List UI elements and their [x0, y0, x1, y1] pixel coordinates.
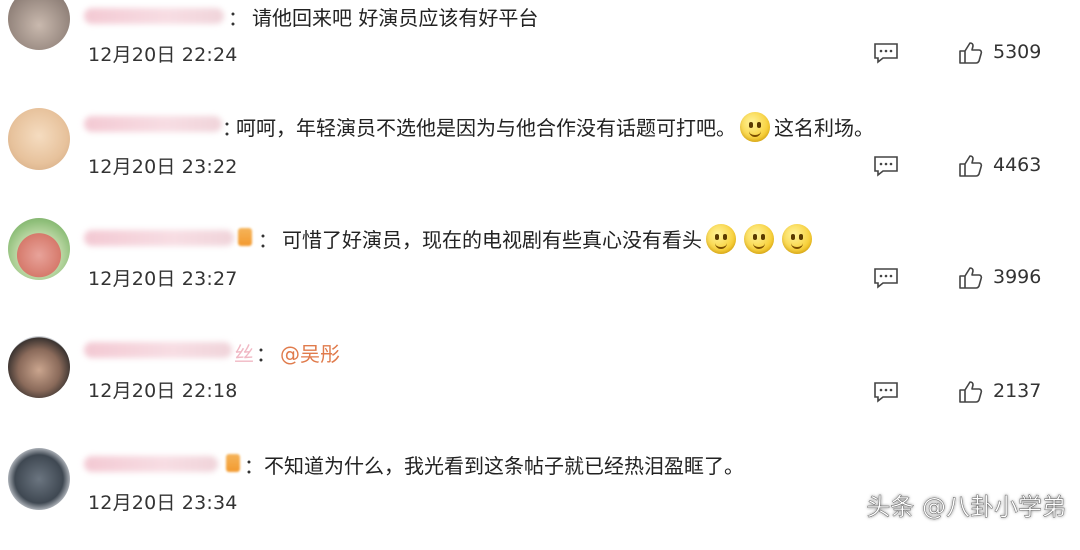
username-blurred[interactable] — [84, 456, 218, 472]
username-blurred[interactable] — [84, 342, 232, 358]
comment-time: 12月20日 23:22 — [88, 156, 238, 178]
comment-item: ： 呵呵，年轻演员不选他是因为与他合作没有话题可打吧。 这名利场。 12月20日 … — [0, 100, 1080, 212]
colon: ： — [228, 6, 248, 30]
comment-time: 12月20日 22:18 — [88, 380, 238, 402]
smile-emoji-icon — [744, 224, 774, 254]
comment-time: 12月20日 22:24 — [88, 44, 238, 66]
smile-emoji-icon — [740, 112, 770, 142]
watermark: 头条 @八卦小学弟 — [866, 493, 1066, 521]
comment-time: 12月20日 23:34 — [88, 492, 238, 514]
reply-comment-icon[interactable] — [873, 381, 899, 403]
vip-badge — [238, 228, 252, 246]
reply-comment-icon[interactable] — [873, 42, 899, 64]
colon: ： — [244, 454, 264, 478]
like-count: 4463 — [993, 154, 1042, 176]
thumbs-up-icon[interactable] — [958, 41, 984, 65]
thumbs-up-icon[interactable] — [958, 380, 984, 404]
colon: ： — [258, 228, 278, 252]
like-count: 5309 — [993, 41, 1042, 63]
thumbs-up-icon[interactable] — [958, 154, 984, 178]
reply-comment-icon[interactable] — [873, 267, 899, 289]
username-blurred[interactable] — [84, 8, 224, 24]
comment-item: ： 可惜了好演员，现在的电视剧有些真心没有看头 12月20日 23:27 399… — [0, 212, 1080, 324]
username-suffix: 丝 — [234, 342, 254, 366]
vip-badge — [226, 454, 240, 472]
thumbs-up-icon[interactable] — [958, 266, 984, 290]
comment-time: 12月20日 23:27 — [88, 268, 238, 290]
avatar[interactable] — [8, 448, 70, 510]
like-count: 2137 — [993, 380, 1042, 402]
avatar[interactable] — [8, 0, 70, 50]
comment-text-tail: 这名利场。 — [774, 116, 874, 140]
comment-text: 请他回来吧 好演员应该有好平台 — [252, 6, 539, 30]
avatar[interactable] — [8, 218, 70, 280]
smile-emoji-icon — [706, 224, 736, 254]
like-count: 3996 — [993, 266, 1042, 288]
comment-text-main: 呵呵，年轻演员不选他是因为与他合作没有话题可打吧。 — [236, 116, 736, 140]
comment-text: 不知道为什么，我光看到这条帖子就已经热泪盈眶了。 — [264, 454, 744, 478]
reply-comment-icon[interactable] — [873, 155, 899, 177]
colon: ： — [256, 342, 276, 366]
avatar[interactable] — [8, 108, 70, 170]
comment-item: ： 请他回来吧 好演员应该有好平台 12月20日 22:24 5309 — [0, 0, 1080, 100]
username-blurred[interactable] — [84, 230, 234, 246]
comment-text-main: 可惜了好演员，现在的电视剧有些真心没有看头 — [282, 228, 702, 252]
comment-item: 丝 ： @吴彤 12月20日 22:18 2137 — [0, 326, 1080, 438]
avatar[interactable] — [8, 336, 70, 398]
username-blurred[interactable] — [84, 116, 222, 132]
smile-emoji-icon — [782, 224, 812, 254]
comment-text: 呵呵，年轻演员不选他是因为与他合作没有话题可打吧。 这名利场。 — [236, 112, 874, 142]
comment-text: 可惜了好演员，现在的电视剧有些真心没有看头 — [282, 224, 816, 254]
mention-link[interactable]: @吴彤 — [280, 338, 340, 367]
